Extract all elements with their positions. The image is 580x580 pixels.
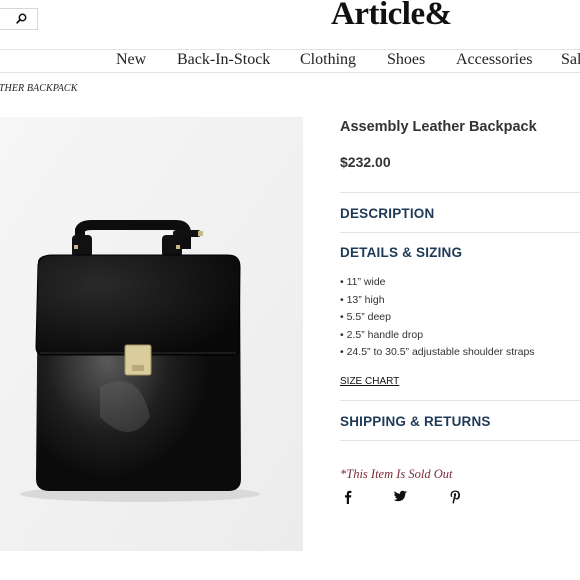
site-logo[interactable]: Article& (331, 0, 452, 33)
details-list: 11” wide 13” high 5.5” deep 2.5” handle … (340, 274, 535, 362)
details-toggle[interactable]: DETAILS & SIZING (340, 245, 462, 260)
nav-item-sale[interactable]: Sal (561, 51, 580, 69)
backpack-photo (0, 117, 303, 551)
list-item: 11” wide (340, 274, 535, 292)
divider (340, 192, 580, 193)
breadcrumb: ATHER BACKPACK (0, 83, 78, 94)
divider (340, 440, 580, 441)
nav-item-new[interactable]: New (116, 51, 146, 69)
search-icon[interactable] (16, 13, 27, 24)
nav-divider-bottom (0, 72, 580, 73)
list-item: 24.5” to 30.5” adjustable shoulder strap… (340, 344, 535, 362)
size-chart-link[interactable]: SIZE CHART (340, 376, 399, 387)
nav-item-back-in-stock[interactable]: Back-In-Stock (177, 51, 270, 69)
search-box[interactable] (0, 8, 38, 30)
product-image[interactable] (0, 117, 303, 551)
nav-item-clothing[interactable]: Clothing (300, 51, 356, 69)
twitter-icon[interactable] (392, 488, 408, 504)
shipping-toggle[interactable]: SHIPPING & RETURNS (340, 414, 491, 429)
nav-divider-top (0, 49, 580, 50)
divider (340, 232, 580, 233)
nav-item-shoes[interactable]: Shoes (387, 51, 425, 69)
list-item: 5.5” deep (340, 309, 535, 327)
list-item: 13” high (340, 292, 535, 310)
facebook-icon[interactable] (340, 488, 356, 504)
product-price: $232.00 (340, 154, 391, 170)
nav-item-accessories[interactable]: Accessories (456, 51, 532, 69)
description-toggle[interactable]: DESCRIPTION (340, 206, 434, 221)
pinterest-icon[interactable] (447, 488, 463, 504)
list-item: 2.5” handle drop (340, 327, 535, 345)
sold-out-notice: *This Item Is Sold Out (340, 467, 453, 481)
divider (340, 400, 580, 401)
product-title: Assembly Leather Backpack (340, 119, 537, 135)
